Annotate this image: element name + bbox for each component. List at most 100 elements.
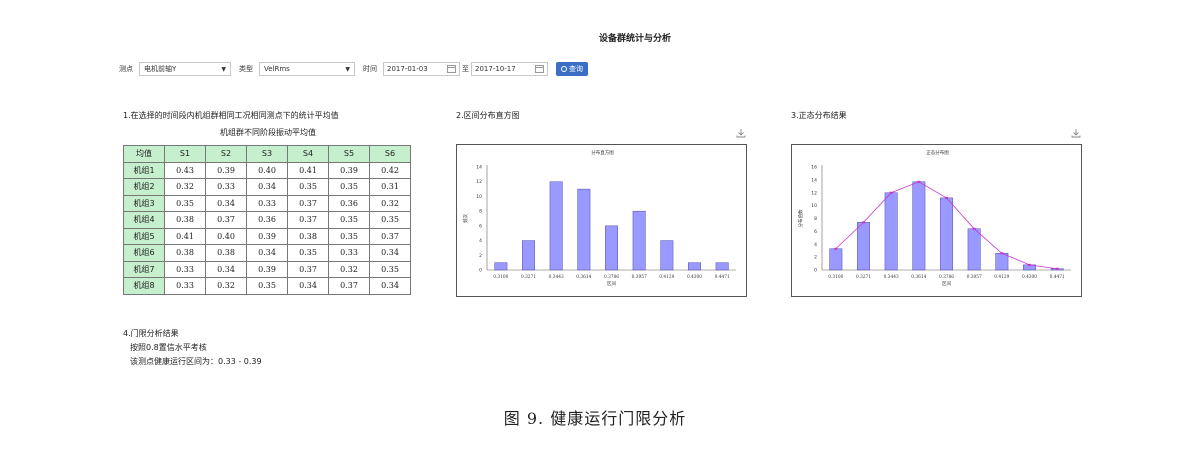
table-header-cell: S6	[369, 145, 411, 163]
row-name: 机组7	[123, 260, 165, 278]
table-cell: 0.42	[369, 161, 411, 179]
point-select-value: 电机前轴Y	[144, 65, 177, 73]
x-tick-label: 0.3786	[604, 275, 619, 280]
curve-point	[889, 191, 893, 194]
table-cell: 0.36	[328, 194, 370, 212]
y-tick-label: 2	[479, 253, 482, 259]
figure-caption: 图 9. 健康运行门限分析	[503, 409, 687, 428]
table-cell: 0.40	[246, 161, 288, 179]
table-cell: 0.33	[164, 277, 206, 295]
table-cell: 0.35	[246, 277, 288, 295]
table-cell: 0.34	[246, 244, 288, 262]
date-from-input[interactable]: 2017-01-03	[383, 62, 460, 76]
row-name: 机组3	[123, 194, 165, 212]
stats-table: 均值 S1 S2 S3 S4 S5 S6 机组1 0.43 0.39 0.40 …	[123, 145, 411, 295]
bar	[995, 253, 1009, 271]
page-title: 设备群统计与分析	[598, 34, 671, 44]
x-tick-label: 0.3614	[911, 275, 926, 280]
table-row: 机组3 0.35 0.34 0.33 0.37 0.36 0.32	[123, 194, 411, 212]
table-cell: 0.32	[164, 178, 206, 196]
normal-distribution-chart: 正态分布图 0 2 4 6 8 10 12 14 16 分布函数 0.3100 0.3271 0.3443…	[791, 144, 1082, 297]
bar	[605, 225, 618, 271]
y-tick-label: 12	[811, 190, 817, 196]
table-cell: 0.37	[369, 227, 411, 245]
x-tick-label: 0.4471	[715, 275, 730, 280]
table-cell: 0.37	[205, 211, 247, 229]
table-cell: 0.35	[369, 211, 411, 229]
threshold-section: 4.门限分析结果 按照0.8置信水平考核 该测点健康运行区间为：0.33 - 0…	[123, 327, 262, 369]
y-tick-label: 4	[814, 242, 817, 248]
y-axis-label: 分布函数	[797, 209, 804, 227]
bar	[829, 248, 843, 271]
calendar-icon[interactable]	[535, 65, 544, 73]
date-to-value: 2017-10-17	[475, 65, 516, 73]
y-tick-label: 8	[479, 209, 482, 215]
table-cell: 0.32	[328, 260, 370, 278]
section4-title: 4.门限分析结果	[123, 329, 179, 338]
y-axis-label: 频次	[462, 214, 469, 223]
table-cell: 0.34	[369, 277, 411, 295]
y-tick-label: 16	[811, 165, 817, 171]
table-cell: 0.38	[205, 244, 247, 262]
curve-point	[834, 247, 838, 250]
table-cell: 0.36	[246, 211, 288, 229]
table-cell: 0.35	[287, 178, 329, 196]
bar	[857, 222, 870, 271]
table-cell: 0.33	[328, 244, 370, 262]
x-axis-label: 区间	[942, 280, 951, 287]
query-button-label: 查询	[569, 65, 583, 73]
section2-title: 2.区间分布直方图	[456, 111, 520, 120]
chevron-down-icon: ▼	[345, 65, 350, 73]
table-cell: 0.41	[164, 227, 206, 245]
bar	[688, 262, 701, 271]
x-tick-label: 0.3271	[521, 275, 536, 280]
table-cell: 0.38	[287, 227, 329, 245]
table-header-cell: S4	[287, 145, 329, 163]
download-icon[interactable]	[736, 128, 746, 138]
bar	[715, 262, 729, 271]
table-header-cell: S3	[246, 145, 288, 163]
row-name: 机组5	[123, 227, 165, 245]
calendar-icon[interactable]	[447, 65, 456, 73]
table-cell: 0.34	[205, 260, 247, 278]
y-tick-label: 0	[814, 268, 817, 274]
x-tick-label: 0.3786	[939, 275, 954, 280]
table-row: 机组8 0.33 0.32 0.35 0.34 0.37 0.34	[123, 277, 411, 295]
point-label: 测点	[119, 65, 133, 73]
table-cell: 0.37	[287, 211, 329, 229]
normal-distribution-svg: 正态分布图 0 2 4 6 8 10 12 14 16 分布函数 0.3100 0.3271 0.3443…	[797, 149, 1071, 287]
table-cell: 0.39	[246, 260, 288, 278]
table-cell: 0.33	[164, 260, 206, 278]
query-button[interactable]: 查询	[556, 62, 588, 76]
x-tick-label: 0.3100	[828, 275, 843, 280]
histogram-svg: 分布直方图 0 2 4 6 8 10 12 14 频次 0.3100 0.3271 0.3443 0.36…	[462, 149, 736, 287]
table-cell: 0.35	[328, 178, 370, 196]
healthy-range-text: 该测点健康运行区间为：0.33 - 0.39	[130, 357, 262, 366]
row-name: 机组6	[123, 244, 165, 262]
table-cell: 0.39	[328, 161, 370, 179]
bar	[940, 197, 953, 271]
table-cell: 0.37	[328, 277, 370, 295]
filter-toolbar: 测点 电机前轴Y ▼ 类型 VelRms ▼ 时间 2017-01-03 至 2…	[119, 61, 588, 77]
x-tick-label: 0.4300	[687, 275, 702, 280]
table-row: 机组4 0.38 0.37 0.36 0.37 0.35 0.35	[123, 211, 411, 229]
y-tick-label: 8	[814, 216, 817, 222]
curve-point	[972, 227, 976, 230]
table-header-cell: S1	[164, 145, 206, 163]
row-name: 机组8	[123, 277, 165, 295]
table-cell: 0.38	[164, 211, 206, 229]
type-select[interactable]: VelRms ▼	[259, 62, 355, 76]
point-select[interactable]: 电机前轴Y ▼	[139, 62, 231, 76]
curve-point	[1000, 252, 1004, 255]
date-to-input[interactable]: 2017-10-17	[471, 62, 548, 76]
bar	[912, 181, 926, 271]
section1-title: 1.在选择的时间段内机组群相同工况相同测点下的统计平均值	[123, 111, 339, 120]
table-cell: 0.37	[287, 194, 329, 212]
confidence-text: 按照0.8置信水平考核	[130, 343, 207, 352]
table-row: 机组6 0.38 0.38 0.34 0.35 0.33 0.34	[123, 244, 411, 262]
table-cell: 0.32	[369, 194, 411, 212]
date-from-value: 2017-01-03	[387, 65, 428, 73]
download-icon[interactable]	[1071, 128, 1081, 138]
type-label: 类型	[239, 65, 253, 73]
y-tick-label: 10	[811, 203, 817, 209]
